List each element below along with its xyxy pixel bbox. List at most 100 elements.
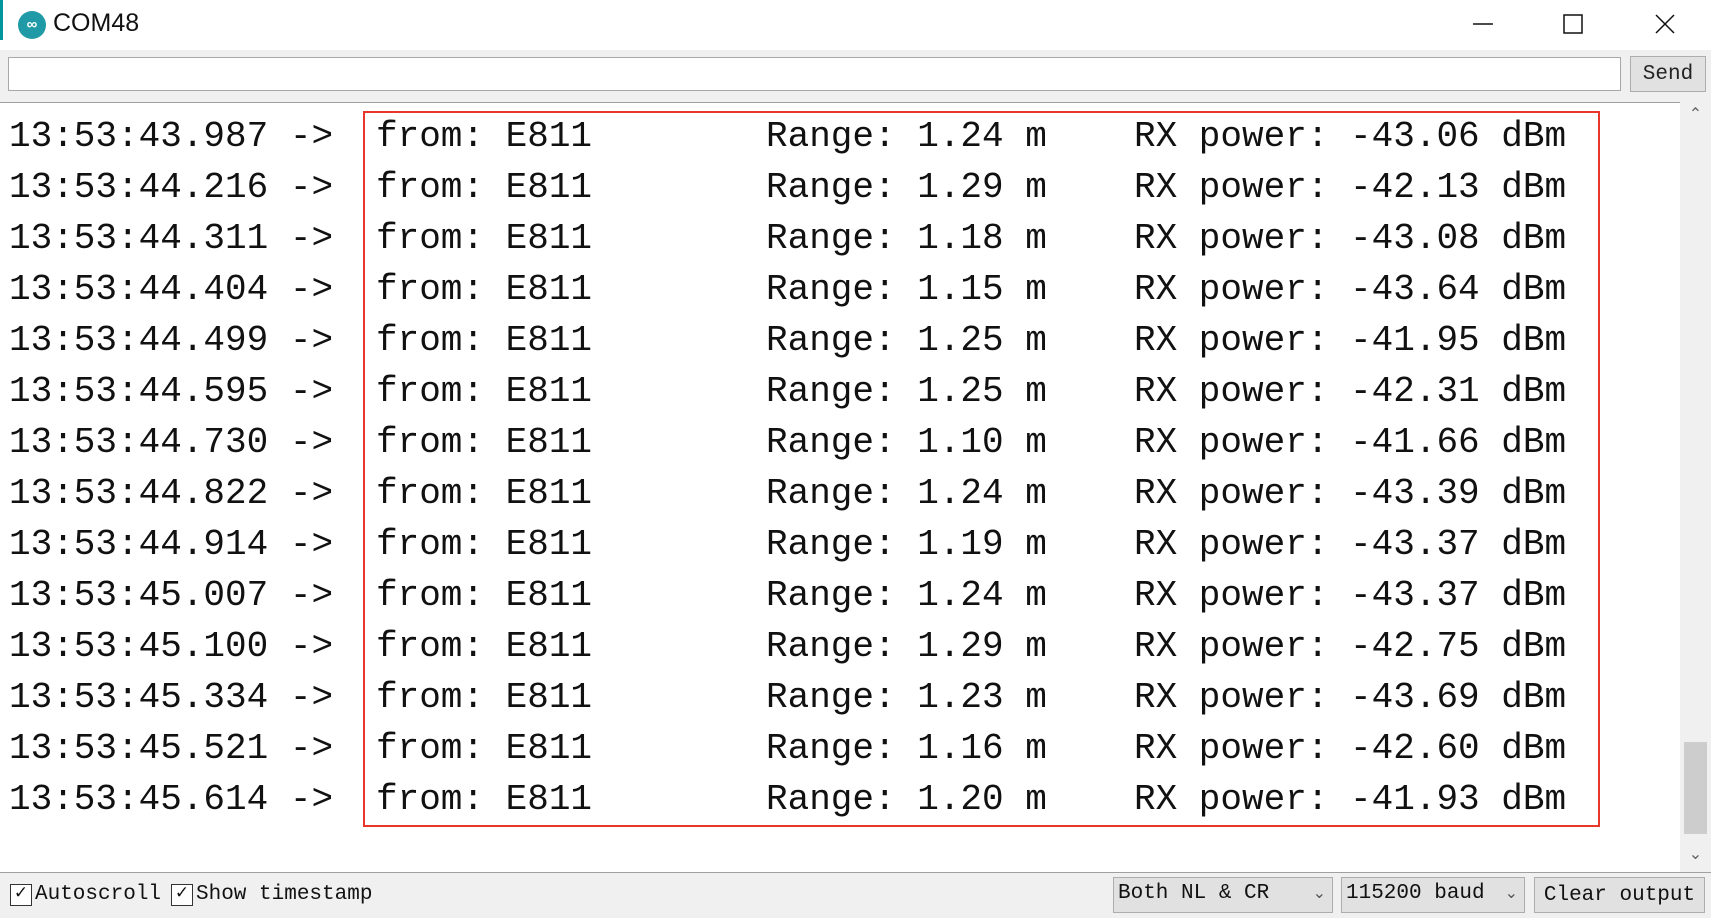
row-timestamp: 13:53:45.614 -> xyxy=(9,779,334,820)
row-timestamp: 13:53:45.007 -> xyxy=(9,575,334,616)
checkbox-checked-icon[interactable]: ✓ xyxy=(171,883,193,906)
row-rx-power: RX power: -43.39 dBm xyxy=(1134,473,1567,514)
row-from: from: E811 xyxy=(376,371,593,412)
row-range: Range: 1.15 m xyxy=(766,269,1047,310)
row-range: Range: 1.18 m xyxy=(766,218,1047,259)
row-rx-power: RX power: -43.64 dBm xyxy=(1134,269,1567,310)
output-line: 13:53:45.614 -> from: E811 Range: 1.20 m RX… xyxy=(0,774,1680,825)
row-range: Range: 1.19 m xyxy=(766,524,1047,565)
output-line: 13:53:44.914 -> from: E811 Range: 1.19 m RX… xyxy=(0,519,1680,570)
row-from: from: E811 xyxy=(376,575,593,616)
minimize-button[interactable] xyxy=(1438,0,1528,48)
row-from: from: E811 xyxy=(376,422,593,463)
row-range: Range: 1.29 m xyxy=(766,626,1047,667)
row-rx-power: RX power: -43.08 dBm xyxy=(1134,218,1567,259)
title-bar: ∞ COM48 xyxy=(0,0,1711,50)
row-rx-power: RX power: -41.66 dBm xyxy=(1134,422,1567,463)
row-range: Range: 1.25 m xyxy=(766,320,1047,361)
bottom-bar: ✓ Autoscroll ✓ Show timestamp Both NL & … xyxy=(0,872,1711,918)
row-range: Range: 1.29 m xyxy=(766,167,1047,208)
window-accent xyxy=(0,0,3,40)
output-line: 13:53:44.311 -> from: E811 Range: 1.18 m RX… xyxy=(0,213,1680,264)
window-title: COM48 xyxy=(53,9,140,37)
clear-output-button[interactable]: Clear output xyxy=(1534,877,1705,913)
serial-output: 13:53:43.987 -> from: E811 Range: 1.24 m RX… xyxy=(0,102,1680,873)
row-from: from: E811 xyxy=(376,218,593,259)
output-line: 13:53:45.334 -> from: E811 Range: 1.23 m RX… xyxy=(0,672,1680,723)
output-line: 13:53:44.730 -> from: E811 Range: 1.10 m RX… xyxy=(0,417,1680,468)
row-range: Range: 1.16 m xyxy=(766,728,1047,769)
row-from: from: E811 xyxy=(376,473,593,514)
row-range: Range: 1.20 m xyxy=(766,779,1047,820)
row-rx-power: RX power: -42.60 dBm xyxy=(1134,728,1567,769)
row-from: from: E811 xyxy=(376,167,593,208)
row-timestamp: 13:53:44.499 -> xyxy=(9,320,334,361)
row-range: Range: 1.24 m xyxy=(766,575,1047,616)
scroll-down-icon[interactable]: ⌄ xyxy=(1680,844,1711,864)
row-from: from: E811 xyxy=(376,677,593,718)
row-rx-power: RX power: -43.37 dBm xyxy=(1134,575,1567,616)
line-ending-value: Both NL & CR xyxy=(1118,882,1270,905)
chevron-down-icon: ⌄ xyxy=(1504,885,1518,903)
baud-rate-value: 115200 baud xyxy=(1346,882,1485,905)
chevron-down-icon: ⌄ xyxy=(1312,885,1326,903)
row-timestamp: 13:53:45.521 -> xyxy=(9,728,334,769)
row-from: from: E811 xyxy=(376,524,593,565)
row-timestamp: 13:53:44.404 -> xyxy=(9,269,334,310)
row-from: from: E811 xyxy=(376,728,593,769)
row-timestamp: 13:53:44.595 -> xyxy=(9,371,334,412)
send-button[interactable]: Send xyxy=(1630,56,1706,92)
output-line: 13:53:44.404 -> from: E811 Range: 1.15 m RX… xyxy=(0,264,1680,315)
close-button[interactable] xyxy=(1620,0,1710,48)
row-from: from: E811 xyxy=(376,626,593,667)
input-bar: Send xyxy=(0,50,1711,102)
row-timestamp: 13:53:44.216 -> xyxy=(9,167,334,208)
row-rx-power: RX power: -42.13 dBm xyxy=(1134,167,1567,208)
row-timestamp: 13:53:45.100 -> xyxy=(9,626,334,667)
output-line: 13:53:45.100 -> from: E811 Range: 1.29 m RX… xyxy=(0,621,1680,672)
scrollbar-thumb[interactable] xyxy=(1684,742,1707,834)
row-range: Range: 1.10 m xyxy=(766,422,1047,463)
row-from: from: E811 xyxy=(376,269,593,310)
row-timestamp: 13:53:43.987 -> xyxy=(9,116,334,157)
checkbox-checked-icon[interactable]: ✓ xyxy=(10,883,32,906)
row-rx-power: RX power: -41.95 dBm xyxy=(1134,320,1567,361)
output-line: 13:53:45.007 -> from: E811 Range: 1.24 m RX… xyxy=(0,570,1680,621)
row-range: Range: 1.23 m xyxy=(766,677,1047,718)
show-timestamp-checkbox[interactable]: ✓ Show timestamp xyxy=(171,883,372,906)
row-rx-power: RX power: -43.06 dBm xyxy=(1134,116,1567,157)
output-line: 13:53:45.521 -> from: E811 Range: 1.16 m RX… xyxy=(0,723,1680,774)
row-rx-power: RX power: -42.31 dBm xyxy=(1134,371,1567,412)
show-timestamp-label: Show timestamp xyxy=(196,883,373,906)
baud-rate-select[interactable]: 115200 baud ⌄ xyxy=(1341,877,1525,913)
autoscroll-label: Autoscroll xyxy=(35,883,162,906)
row-rx-power: RX power: -43.69 dBm xyxy=(1134,677,1567,718)
row-timestamp: 13:53:44.822 -> xyxy=(9,473,334,514)
line-ending-select[interactable]: Both NL & CR ⌄ xyxy=(1113,877,1333,913)
serial-input[interactable] xyxy=(8,57,1621,91)
row-range: Range: 1.24 m xyxy=(766,116,1047,157)
row-timestamp: 13:53:44.311 -> xyxy=(9,218,334,259)
vertical-scrollbar[interactable]: ⌃ ⌄ xyxy=(1680,102,1711,872)
row-rx-power: RX power: -42.75 dBm xyxy=(1134,626,1567,667)
row-timestamp: 13:53:44.730 -> xyxy=(9,422,334,463)
output-line: 13:53:44.822 -> from: E811 Range: 1.24 m RX… xyxy=(0,468,1680,519)
autoscroll-checkbox[interactable]: ✓ Autoscroll xyxy=(10,883,161,906)
row-timestamp: 13:53:44.914 -> xyxy=(9,524,334,565)
minimize-icon xyxy=(1473,23,1493,25)
scroll-up-icon[interactable]: ⌃ xyxy=(1680,104,1711,124)
output-line: 13:53:43.987 -> from: E811 Range: 1.24 m RX… xyxy=(0,111,1680,162)
row-range: Range: 1.25 m xyxy=(766,371,1047,412)
row-from: from: E811 xyxy=(376,116,593,157)
maximize-icon xyxy=(1563,14,1583,34)
row-timestamp: 13:53:45.334 -> xyxy=(9,677,334,718)
output-line: 13:53:44.499 -> from: E811 Range: 1.25 m RX… xyxy=(0,315,1680,366)
arduino-logo-icon: ∞ xyxy=(18,11,46,39)
output-line: 13:53:44.216 -> from: E811 Range: 1.29 m RX… xyxy=(0,162,1680,213)
maximize-button[interactable] xyxy=(1528,0,1618,48)
row-from: from: E811 xyxy=(376,779,593,820)
row-range: Range: 1.24 m xyxy=(766,473,1047,514)
row-from: from: E811 xyxy=(376,320,593,361)
row-rx-power: RX power: -41.93 dBm xyxy=(1134,779,1567,820)
close-icon xyxy=(1655,14,1675,34)
